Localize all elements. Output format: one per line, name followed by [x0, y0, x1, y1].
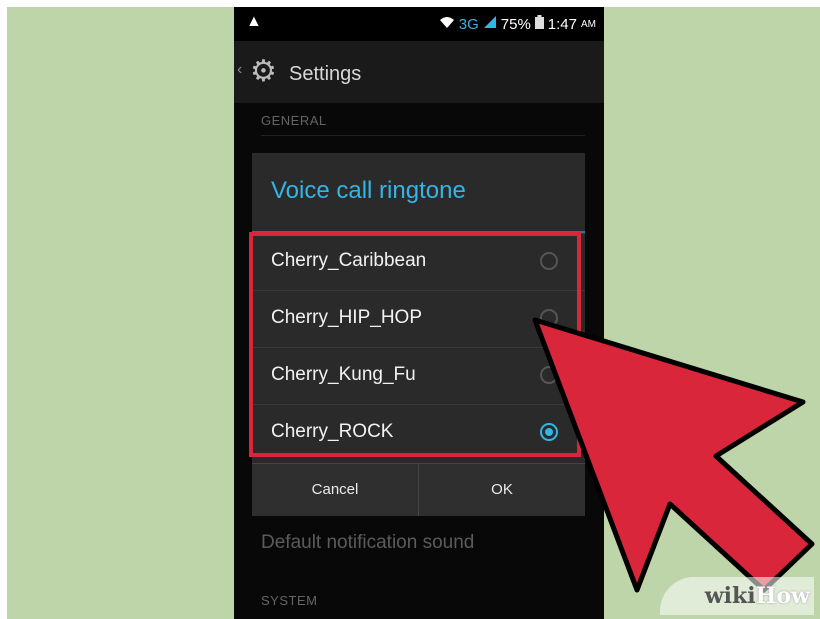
pointer-arrow-icon — [532, 317, 815, 593]
wikihow-watermark: wikiHow — [660, 577, 814, 615]
watermark-part2: How — [755, 583, 810, 609]
watermark-part1: wiki — [704, 583, 756, 609]
